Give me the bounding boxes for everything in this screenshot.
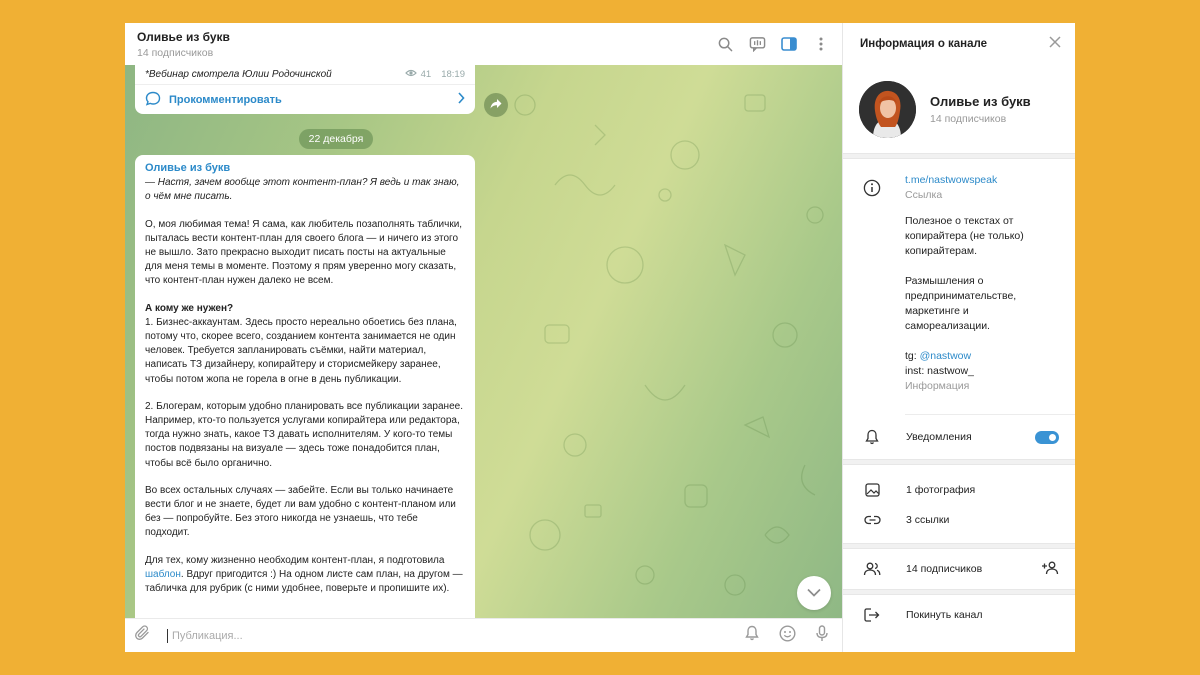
- add-user-icon[interactable]: [1041, 561, 1059, 578]
- post-quote: — Настя, зачем вообще этот контент-план?…: [145, 177, 460, 203]
- notifications-row[interactable]: Уведомления: [843, 415, 1075, 459]
- date-separator: 22 декабря: [299, 129, 373, 149]
- leave-icon: [863, 608, 881, 622]
- tg-handle-link[interactable]: @nastwow: [920, 350, 972, 362]
- view-count: 41: [420, 69, 432, 80]
- tg-handle-line: tg: @nastwow: [905, 350, 972, 362]
- channel-subscribers: 14 подписчиков: [930, 112, 1007, 125]
- previous-message[interactable]: *Вебинар смотрела Юлии Родочинской 41 18…: [135, 65, 475, 114]
- photo-icon: [863, 483, 881, 497]
- post-paragraph: О, моя любимая тема! Я сама, как любител…: [145, 218, 463, 287]
- emoji-icon[interactable]: [779, 624, 796, 647]
- chevron-down-icon: [807, 584, 821, 602]
- post-paragraph: 1. Бизнес-аккаунтам. Здесь просто нереал…: [145, 316, 457, 385]
- eye-icon: [404, 69, 417, 80]
- members-row[interactable]: 14 подписчиков: [843, 549, 1075, 589]
- channel-link[interactable]: t.me/nastwowspeak: [905, 173, 1059, 188]
- post-paragraph: 2. Блогерам, которым удобно планировать …: [145, 400, 463, 469]
- description-text-2: Размышления о предпринимательстве, марке…: [905, 275, 1017, 332]
- channel-description-block: t.me/nastwowspeak Ссылка Полезное о текс…: [843, 159, 1075, 414]
- info-title: Информация о канале: [860, 38, 988, 50]
- avatar[interactable]: [859, 80, 916, 138]
- comment-button[interactable]: Прокомментировать: [135, 84, 475, 114]
- template-link[interactable]: шаблон: [145, 569, 181, 580]
- chevron-right-icon: [457, 92, 465, 107]
- post-heading: А кому же нужен?: [145, 302, 234, 314]
- notifications-toggle[interactable]: [1035, 430, 1059, 444]
- users-icon: [863, 562, 881, 576]
- close-icon[interactable]: [1049, 35, 1061, 53]
- chat-panel: Оливье из букв 14 подписчиков *Вебинар с…: [125, 23, 843, 652]
- message-time: 18:19: [441, 69, 465, 80]
- comment-icon: [145, 91, 161, 109]
- channel-info-panel: Информация о канале Оливье из букв 14 по…: [843, 23, 1075, 652]
- previous-message-text: *Вебинар смотрела Юлии Родочинской: [145, 69, 332, 80]
- photos-label: 1 фотография: [906, 484, 976, 496]
- leave-channel-label: Покинуть канал: [906, 609, 983, 621]
- inst-handle: inst: nastwow_: [905, 365, 974, 377]
- links-row[interactable]: 3 ссылки: [843, 505, 1075, 535]
- sidebar-toggle-icon[interactable]: [780, 35, 798, 53]
- notifications-label: Уведомления: [906, 431, 972, 443]
- channel-post[interactable]: Оливье из букв — Настя, зачем вообще это…: [135, 155, 475, 618]
- description-caption: Информация: [905, 380, 970, 392]
- more-icon[interactable]: [812, 35, 830, 53]
- post-author[interactable]: Оливье из букв: [145, 161, 465, 175]
- forward-icon: [490, 96, 502, 114]
- info-icon: [863, 179, 881, 202]
- bell-icon: [863, 429, 881, 445]
- comment-label: Прокомментировать: [169, 93, 282, 106]
- link-caption: Ссылка: [905, 189, 943, 201]
- leave-channel-row[interactable]: Покинуть канал: [843, 595, 1075, 635]
- photos-row[interactable]: 1 фотография: [843, 475, 1075, 505]
- bell-icon[interactable]: [745, 625, 759, 646]
- scroll-down-button[interactable]: [797, 576, 831, 610]
- channel-name: Оливье из букв: [930, 93, 1031, 109]
- search-icon[interactable]: [716, 35, 734, 53]
- chat-subtitle: 14 подписчиков: [137, 46, 214, 59]
- info-header: Информация о канале: [843, 23, 1075, 65]
- microphone-icon[interactable]: [816, 624, 828, 647]
- description-text-1: Полезное о текстах от копирайтера (не то…: [905, 215, 1024, 257]
- links-label: 3 ссылки: [906, 514, 950, 526]
- members-label: 14 подписчиков: [906, 563, 983, 575]
- forward-button[interactable]: [484, 93, 508, 117]
- post-paragraph: Во всех остальных случаях — забейте. Есл…: [145, 484, 456, 539]
- message-input[interactable]: [167, 628, 745, 643]
- chat-title: Оливье из букв: [137, 29, 230, 44]
- chat-messages-area[interactable]: *Вебинар смотрела Юлии Родочинской 41 18…: [125, 65, 842, 618]
- post-paragraph: Для тех, кому жизненно необходим контент…: [145, 554, 463, 595]
- chat-header[interactable]: Оливье из букв 14 подписчиков: [125, 23, 842, 65]
- live-stream-icon[interactable]: [748, 35, 766, 53]
- compose-bar: [125, 618, 842, 652]
- attach-icon[interactable]: [135, 625, 151, 646]
- channel-profile: Оливье из букв 14 подписчиков: [843, 65, 1075, 153]
- telegram-window: Оливье из букв 14 подписчиков *Вебинар с…: [125, 23, 1075, 652]
- link-icon: [863, 515, 881, 525]
